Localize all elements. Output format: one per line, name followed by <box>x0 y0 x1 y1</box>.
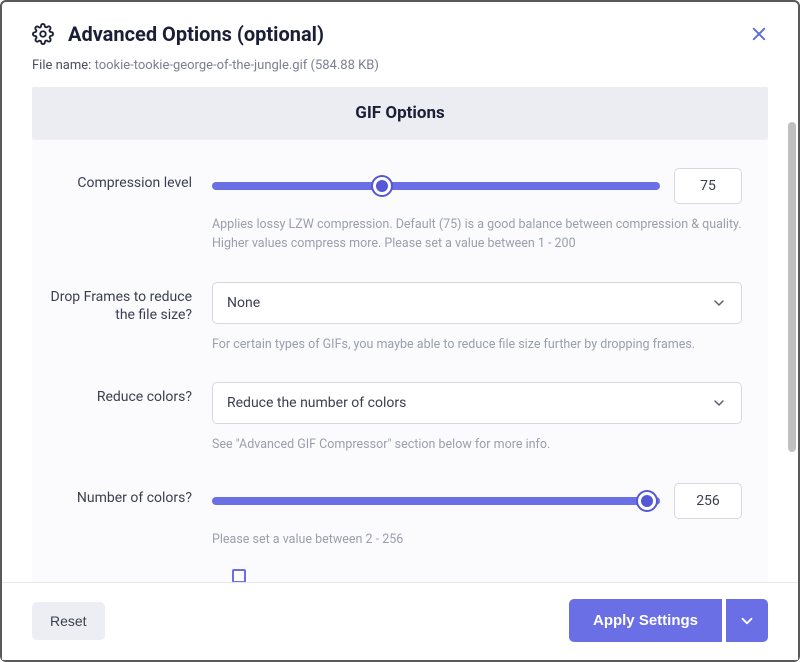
close-icon[interactable] <box>750 25 768 43</box>
drop-frames-label: Drop Frames to reduce the file size? <box>42 282 212 326</box>
reduce-colors-value: Reduce the number of colors <box>227 395 406 411</box>
section-title: GIF Options <box>32 87 768 139</box>
num-colors-slider[interactable] <box>212 497 660 505</box>
compression-slider[interactable] <box>212 182 660 190</box>
num-colors-label: Number of colors? <box>42 483 212 508</box>
apply-button-group: Apply Settings <box>569 599 768 642</box>
advanced-options-modal: Advanced Options (optional) File name: t… <box>0 0 800 662</box>
reset-button[interactable]: Reset <box>32 602 105 640</box>
drop-frames-select[interactable]: None <box>212 282 742 324</box>
reduce-colors-row: Reduce colors? Reduce the number of colo… <box>42 382 742 455</box>
compression-value-input[interactable]: 75 <box>674 168 742 204</box>
compression-label: Compression level <box>42 168 212 193</box>
drop-frames-row: Drop Frames to reduce the file size? Non… <box>42 282 742 355</box>
drop-frames-value: None <box>227 295 260 311</box>
file-name-value: tookie-tookie-george-of-the-jungle.gif (… <box>95 58 379 73</box>
modal-footer: Reset Apply Settings <box>2 582 798 660</box>
gear-icon <box>32 23 54 45</box>
chevron-down-icon <box>711 395 727 411</box>
scrollbar[interactable] <box>788 122 796 452</box>
content-area: GIF Options Compression level 75 Applies… <box>2 87 798 582</box>
options-body: Compression level 75 Applies lossy LZW c… <box>32 139 768 582</box>
file-name-line: File name: tookie-tookie-george-of-the-j… <box>2 58 798 87</box>
file-name-label: File name: <box>32 58 91 73</box>
cutoff-row <box>42 568 742 582</box>
modal-title: Advanced Options (optional) <box>68 22 736 46</box>
checkbox-icon[interactable] <box>232 569 246 582</box>
reduce-colors-helper: See "Advanced GIF Compressor" section be… <box>212 436 742 455</box>
compression-slider-thumb[interactable] <box>373 177 391 195</box>
reduce-colors-label: Reduce colors? <box>42 382 212 407</box>
compression-row: Compression level 75 Applies lossy LZW c… <box>42 168 742 254</box>
chevron-down-icon <box>711 295 727 311</box>
num-colors-row: Number of colors? 256 Please set a value… <box>42 483 742 550</box>
num-colors-helper: Please set a value between 2 - 256 <box>212 531 742 550</box>
num-colors-value-input[interactable]: 256 <box>674 483 742 519</box>
apply-settings-menu-button[interactable] <box>726 599 768 642</box>
num-colors-slider-thumb[interactable] <box>638 492 656 510</box>
compression-helper: Applies lossy LZW compression. Default (… <box>212 216 742 254</box>
modal-header: Advanced Options (optional) <box>2 2 798 58</box>
apply-settings-button[interactable]: Apply Settings <box>569 599 722 642</box>
reduce-colors-select[interactable]: Reduce the number of colors <box>212 382 742 424</box>
drop-frames-helper: For certain types of GIFs, you maybe abl… <box>212 336 742 355</box>
